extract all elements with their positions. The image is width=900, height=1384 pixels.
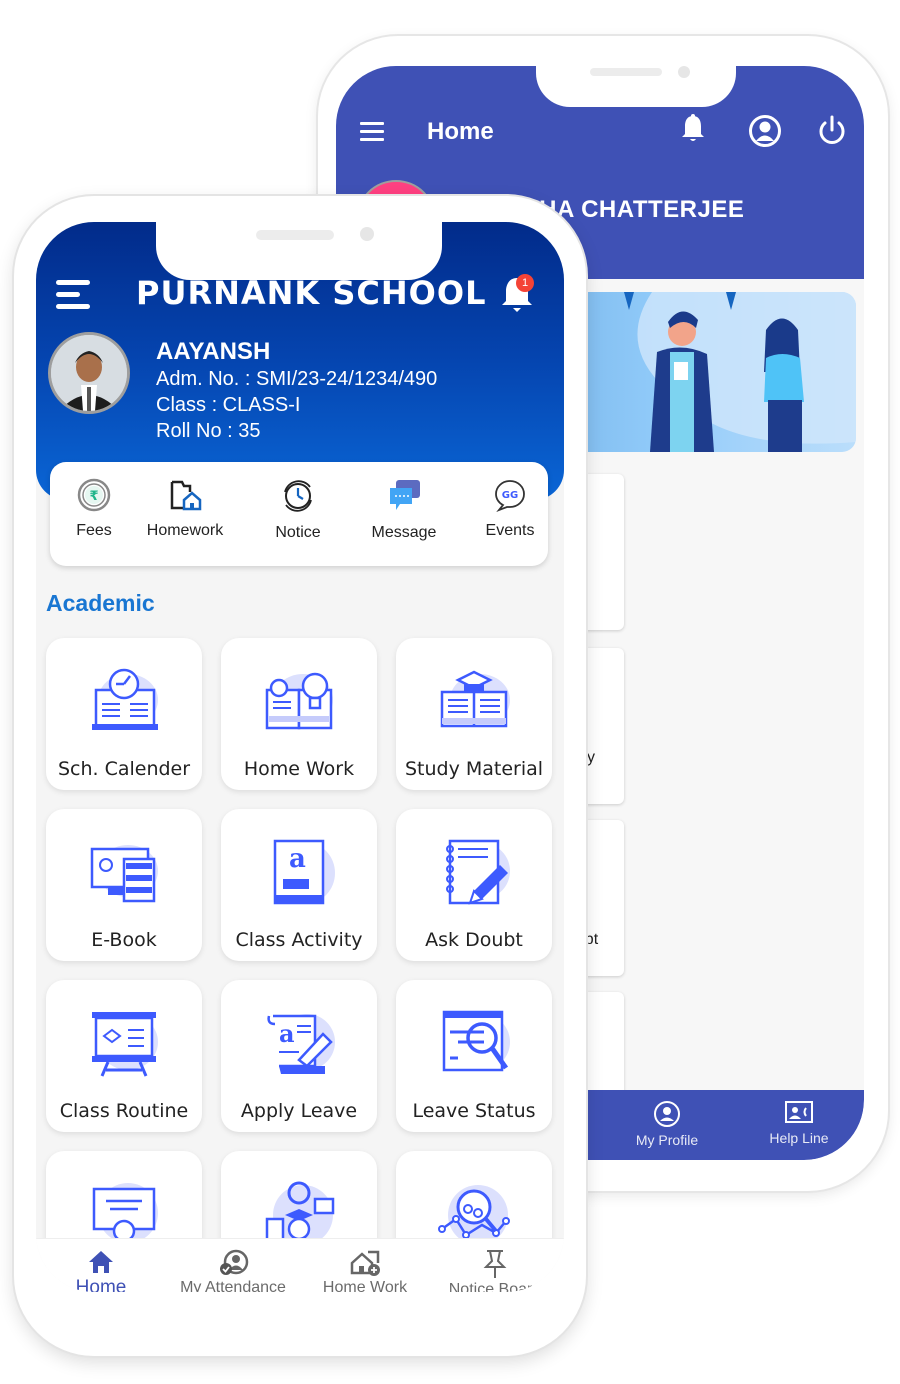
home-plus-icon [350,1250,380,1276]
academic-item-label: Class Activity [235,929,363,951]
nav-label: My Attendance [180,1279,286,1292]
student-name: AAYANSH [156,338,271,365]
page-title: Home [427,118,494,145]
front-camera [360,227,374,241]
nav-label: My Profile [635,1132,699,1148]
menu-icon[interactable] [360,122,386,142]
rupee-icon: ₹ [77,478,111,512]
nav-label: Notice Board [448,1281,542,1292]
book-a-icon: a [273,839,335,905]
admission-number: Adm. No. : SMI/23-24/1234/490 [156,368,438,390]
phone-notch [156,222,442,280]
academic-item-class-activity[interactable]: a Class Activity [221,809,377,961]
quick-actions-bar: ₹ Fees Homework Notice Message GG Events [50,462,548,566]
roll-number: Roll No : 35 [156,420,261,442]
notebook-marker-icon [446,839,510,905]
section-title-academic: Academic [46,590,155,616]
quick-label: Events [485,522,535,539]
svg-text:a: a [289,844,306,874]
academic-item-ask-doubt[interactable]: Ask Doubt [396,809,552,961]
school-name: PURNANK SCHOOL [136,274,487,312]
front-camera [678,66,690,78]
svg-text:₹: ₹ [89,489,98,504]
menu-icon[interactable] [56,280,92,310]
ebook-monitor-icon [90,845,158,903]
nav-my-attendance[interactable]: My Attendance [168,1249,298,1292]
nav-my-profile[interactable]: My Profile [612,1100,722,1148]
quick-message[interactable]: Message [354,478,454,542]
svg-text:GG: GG [502,490,518,501]
quick-notice[interactable]: Notice [248,478,348,542]
clock-icon [284,480,312,512]
nav-home[interactable]: Home [36,1249,166,1292]
graduation-book-icon [440,670,510,728]
academic-item-label: Apply Leave [240,1100,358,1122]
quick-label: Homework [146,522,224,539]
academic-item-e-book[interactable]: E-Book [46,809,202,961]
academic-item-label: Home Work [243,758,355,780]
student-app-screen: PURNANK SCHOOL 1 AAYANSH Adm. No. : SMI/ [36,222,564,1292]
home-icon [89,1251,113,1273]
message-icon [390,480,420,510]
speaker-grille [590,68,662,76]
attendance-icon [220,1249,249,1275]
academic-item-label: Ask Doubt [425,929,523,951]
notification-badge: 1 [516,274,534,292]
quick-label: Notice [275,524,321,541]
calendar-clock-icon [92,668,158,730]
academic-item-class-routine[interactable]: Class Routine [46,980,202,1132]
student-header: PURNANK SCHOOL 1 AAYANSH Adm. No. : SMI/ [36,222,564,500]
academic-item-leave-status[interactable]: Leave Status [396,980,552,1132]
academic-item-sch-calender[interactable]: Sch. Calender [46,638,202,790]
student-info: AAYANSH Adm. No. : SMI/23-24/1234/490 Cl… [156,338,437,444]
bell-icon[interactable] [680,114,706,144]
speaker-grille [256,230,334,240]
profile-icon [654,1101,680,1127]
phone-notch [536,66,736,107]
nav-help-line[interactable]: Help Line [744,1100,854,1146]
scroll-pen-icon: a [267,1014,335,1074]
magnifier-page-icon [442,1010,510,1072]
student-avatar [48,332,130,414]
nav-home-work[interactable]: Home Work [300,1249,430,1292]
quick-fees[interactable]: ₹ Fees [44,478,144,540]
student-class: Class : CLASS-I [156,394,301,416]
academic-item-label: Leave Status [412,1100,536,1122]
academic-item-label: Study Material [404,758,544,780]
academic-item-apply-leave[interactable]: a Apply Leave [221,980,377,1132]
academic-item-label: E-Book [91,929,157,951]
easel-board-icon [92,1012,158,1077]
quick-homework[interactable]: Homework [135,478,235,540]
events-icon: GG [495,480,525,512]
quick-events[interactable]: GG Events [460,478,560,540]
quick-label: Message [371,524,437,541]
student-phone-mockup: PURNANK SCHOOL 1 AAYANSH Adm. No. : SMI/ [14,196,586,1356]
svg-text:a: a [279,1019,295,1048]
academic-item-home-work[interactable]: Home Work [221,638,377,790]
academic-item-label: Sch. Calender [57,758,191,780]
quick-label: Fees [76,522,112,539]
nav-notice-board[interactable]: Notice Board [430,1249,560,1292]
teacher-app-bar: Home [336,114,864,158]
account-icon[interactable] [748,114,782,148]
academic-item-label: Class Routine [59,1100,189,1122]
nav-label: Help Line [769,1130,829,1146]
student-bottom-nav: Home My Attendance Home Work Notice Boar… [36,1238,564,1292]
pin-icon [483,1250,507,1278]
helpline-icon [785,1101,813,1123]
homework-icon [170,480,202,511]
academic-item-study-material[interactable]: Study Material [396,638,552,790]
nav-label: Home [75,1277,127,1292]
power-icon[interactable] [816,114,848,148]
nav-label: Home Work [322,1279,408,1292]
book-bulb-icon [265,672,333,730]
